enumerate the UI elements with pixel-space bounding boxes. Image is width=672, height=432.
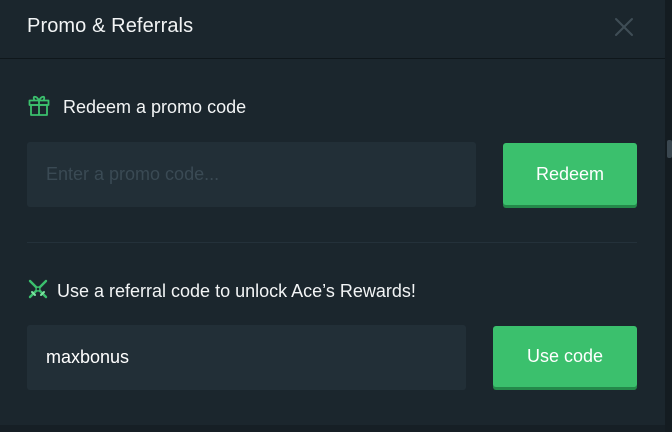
close-icon <box>615 18 633 36</box>
redeem-button[interactable]: Redeem <box>503 143 637 205</box>
scrollbar-track[interactable] <box>665 0 672 432</box>
promo-code-placeholder: Enter a promo code... <box>46 164 220 184</box>
use-code-button[interactable]: Use code <box>493 326 637 387</box>
modal-title: Promo & Referrals <box>27 15 194 37</box>
referral-code-input[interactable]: maxbonus <box>27 325 466 390</box>
promo-referrals-modal: Promo & Referrals Redeem a promo code En… <box>0 0 665 432</box>
modal-bottom-edge <box>0 425 665 432</box>
close-button[interactable] <box>610 13 638 41</box>
modal-header: Promo & Referrals <box>0 0 665 59</box>
crossed-swords-icon <box>27 278 49 305</box>
referral-code-value: maxbonus <box>46 347 130 367</box>
section-divider <box>27 242 637 243</box>
referral-section-label: Use a referral code to unlock Ace’s Rewa… <box>27 278 416 305</box>
referral-label-text: Use a referral code to unlock Ace’s Rewa… <box>57 281 416 301</box>
gift-icon <box>27 93 51 122</box>
promo-section-label: Redeem a promo code <box>27 93 246 122</box>
promo-code-input[interactable]: Enter a promo code... <box>27 142 476 207</box>
promo-label-text: Redeem a promo code <box>63 97 247 117</box>
scrollbar-thumb[interactable] <box>667 140 672 158</box>
